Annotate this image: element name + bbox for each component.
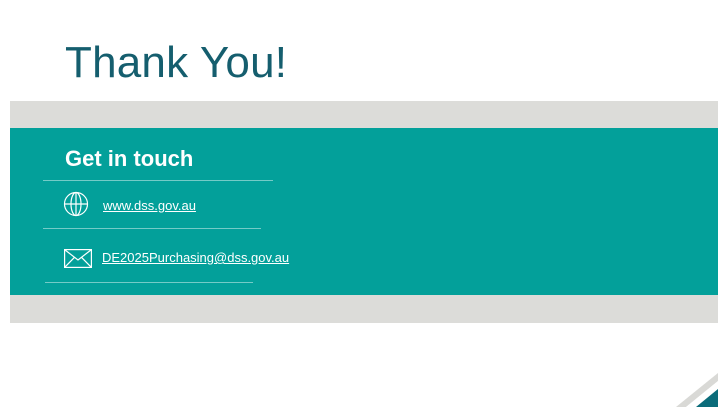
slide-title: Thank You! bbox=[65, 38, 288, 87]
website-link[interactable]: www.dss.gov.au bbox=[103, 198, 196, 213]
corner-accent bbox=[676, 373, 718, 407]
contact-heading: Get in touch bbox=[65, 146, 194, 171]
email-link[interactable]: DE2025Purchasing@dss.gov.au bbox=[102, 250, 289, 265]
website-divider bbox=[43, 228, 261, 229]
email-divider bbox=[45, 282, 253, 283]
bottom-grey-band bbox=[10, 295, 718, 323]
top-grey-band bbox=[10, 101, 718, 128]
envelope-icon bbox=[64, 249, 92, 268]
globe-icon bbox=[63, 191, 89, 217]
heading-divider bbox=[43, 180, 273, 181]
